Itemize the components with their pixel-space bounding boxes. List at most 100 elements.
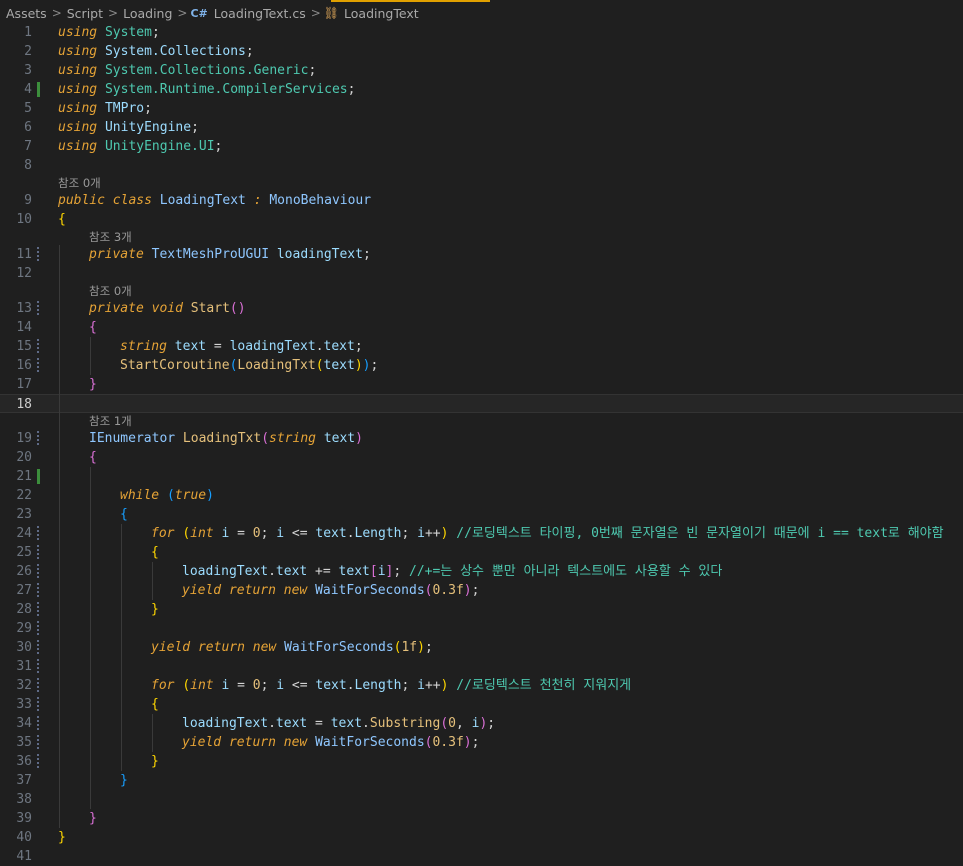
code-line[interactable]: 1 using System; <box>0 23 963 42</box>
code-line[interactable]: 19 IEnumerator LoadingTxt(string text) <box>0 429 963 448</box>
code-line[interactable]: 32 for (int i = 0; i <= text.Length; i++)… <box>0 676 963 695</box>
code-line[interactable]: 40} <box>0 828 963 847</box>
code-line[interactable]: 31 <box>0 657 963 676</box>
codelens-references[interactable]: 참조 1개 <box>0 413 963 429</box>
code-line[interactable]: 8 <box>0 156 963 175</box>
code-line[interactable]: 24 for (int i = 0; i <= text.Length; i++)… <box>0 524 963 543</box>
code-token: ) <box>355 431 363 446</box>
git-modified-marker[interactable] <box>37 697 39 712</box>
code-token: [ <box>369 564 378 579</box>
git-modified-marker[interactable] <box>37 431 39 446</box>
breadcrumb-file[interactable]: LoadingText.cs <box>212 6 308 21</box>
code-line[interactable]: 20 { <box>0 448 963 467</box>
code-token: += <box>307 564 339 579</box>
code-line[interactable]: 41 <box>0 847 963 866</box>
line-number: 1 <box>24 25 32 40</box>
code-line[interactable]: 37} <box>0 771 963 790</box>
codelens-label[interactable]: 참조 1개 <box>89 413 132 429</box>
breadcrumb-assets[interactable]: Assets <box>0 6 49 21</box>
code-line[interactable]: 25 { <box>0 543 963 562</box>
git-modified-marker[interactable] <box>37 545 39 560</box>
git-modified-marker[interactable] <box>37 526 39 541</box>
git-modified-marker[interactable] <box>37 716 39 731</box>
code-line[interactable]: 3 using System.Collections.Generic; <box>0 61 963 80</box>
code-line[interactable]: 30 yield return new WaitForSeconds(1f); <box>0 638 963 657</box>
code-line[interactable]: 28} <box>0 600 963 619</box>
line-number: 36 <box>16 754 32 769</box>
codelens-label[interactable]: 참조 0개 <box>58 175 101 191</box>
git-modified-marker[interactable] <box>37 735 39 750</box>
code-line[interactable]: 36} <box>0 752 963 771</box>
git-modified-marker[interactable] <box>37 602 39 617</box>
code-line[interactable]: 22 while (true) <box>0 486 963 505</box>
code-text: { <box>89 448 97 467</box>
code-line[interactable]: 12 <box>0 264 963 283</box>
code-line[interactable]: 26 loadingText.text += text[i]; //+=는 상수 … <box>0 562 963 581</box>
code-line[interactable]: 16 StartCoroutine(LoadingTxt(text)); <box>0 356 963 375</box>
codelens-references[interactable]: 참조 0개 <box>0 175 963 191</box>
code-line[interactable]: 6 using UnityEngine; <box>0 118 963 137</box>
breadcrumb-loading[interactable]: Loading <box>121 6 174 21</box>
code-line[interactable]: 11 private TextMeshProUGUI loadingText; <box>0 245 963 264</box>
code-token: text <box>315 526 347 541</box>
codelens-label[interactable]: 참조 0개 <box>89 283 132 299</box>
code-line[interactable]: 4 using System.Runtime.CompilerServices; <box>0 80 963 99</box>
git-modified-marker[interactable] <box>37 247 39 262</box>
code-token: LoadingText <box>159 193 246 208</box>
git-modified-marker[interactable] <box>37 640 39 655</box>
git-modified-marker[interactable] <box>37 621 39 636</box>
code-text: string text = loadingText.text; <box>120 337 363 356</box>
codelens-references[interactable]: 참조 3개 <box>0 229 963 245</box>
git-modified-marker[interactable] <box>37 358 39 373</box>
breadcrumb-script[interactable]: Script <box>65 6 105 21</box>
git-modified-marker[interactable] <box>37 301 39 316</box>
code-line[interactable]: 33 { <box>0 695 963 714</box>
code-token: loadingText <box>182 564 269 579</box>
code-line[interactable]: 21 <box>0 467 963 486</box>
code-line[interactable]: 27 yield return new WaitForSeconds(0.3f); <box>0 581 963 600</box>
code-token: text <box>275 716 308 731</box>
git-added-marker[interactable] <box>37 469 40 484</box>
code-line[interactable]: 2 using System.Collections; <box>0 42 963 61</box>
code-text: private TextMeshProUGUI loadingText; <box>89 245 371 264</box>
breadcrumb-class[interactable]: LoadingText <box>342 6 421 21</box>
codelens-label[interactable]: 참조 3개 <box>89 229 132 245</box>
code-text: yield return new WaitForSeconds(0.3f); <box>182 733 479 752</box>
git-modified-marker[interactable] <box>37 583 39 598</box>
code-line[interactable]: 18 <box>0 394 963 413</box>
git-modified-marker[interactable] <box>37 678 39 693</box>
code-line[interactable]: 13 private void Start() <box>0 299 963 318</box>
code-token: ; <box>471 583 480 598</box>
code-token: private <box>89 247 144 262</box>
code-line[interactable]: 39} <box>0 809 963 828</box>
indent-guide <box>152 714 153 752</box>
code-token: return <box>197 640 245 655</box>
code-line[interactable]: 34 loadingText.text = text.Substring(0, i… <box>0 714 963 733</box>
code-line[interactable]: 14 { <box>0 318 963 337</box>
code-line[interactable]: 9 public class LoadingText : MonoBehaviou… <box>0 191 963 210</box>
code-line[interactable]: 5 using TMPro; <box>0 99 963 118</box>
git-added-marker[interactable] <box>37 82 40 97</box>
git-modified-marker[interactable] <box>37 754 39 769</box>
code-token: . <box>346 678 355 693</box>
code-line[interactable]: 15 string text = loadingText.text; <box>0 337 963 356</box>
git-modified-marker[interactable] <box>37 564 39 579</box>
git-modified-marker[interactable] <box>37 659 39 674</box>
code-token: ; <box>487 716 496 731</box>
code-text: } <box>89 375 97 394</box>
code-line[interactable]: 7 using UnityEngine.UI; <box>0 137 963 156</box>
code-line[interactable]: 35 yield return new WaitForSeconds(0.3f); <box>0 733 963 752</box>
code-line[interactable]: 17} <box>0 375 963 394</box>
line-number: 19 <box>16 431 32 446</box>
indent-guide <box>90 337 91 375</box>
code-line[interactable]: 29 <box>0 619 963 638</box>
code-line[interactable]: 10 { <box>0 210 963 229</box>
code-text: using System; <box>58 23 160 42</box>
code-editor[interactable]: 1 using System; 2 using System.Collections;… <box>0 23 963 866</box>
code-token: yield <box>151 640 191 655</box>
code-line[interactable]: 38 <box>0 790 963 809</box>
git-modified-marker[interactable] <box>37 339 39 354</box>
code-line[interactable]: 23 { <box>0 505 963 524</box>
codelens-references[interactable]: 참조 0개 <box>0 283 963 299</box>
